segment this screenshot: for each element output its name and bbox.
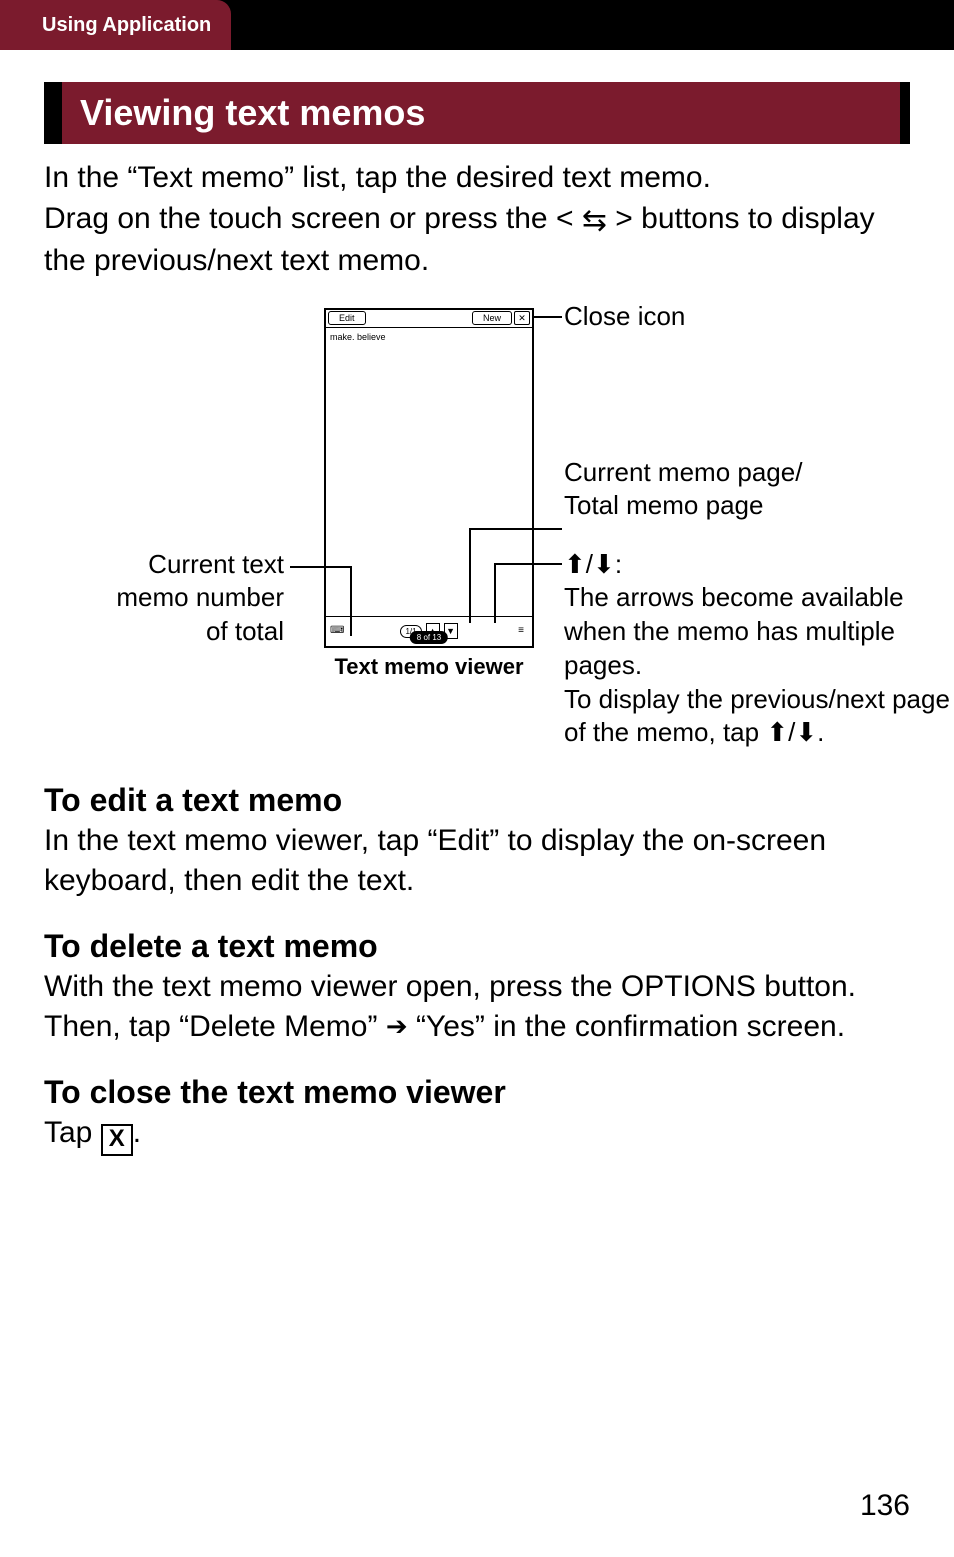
page-number: 136	[860, 1489, 910, 1523]
sub-body-delete: With the text memo viewer open, press th…	[44, 967, 910, 1048]
figure-area: Edit New ✕ make. believe ⌨ 1/1 ▲ ▼ ≡	[44, 298, 910, 748]
close-box-icon: X	[101, 1124, 133, 1156]
close-icon[interactable]: ✕	[514, 311, 530, 325]
intro-line2-pre: Drag on the touch screen or press the <	[44, 202, 582, 235]
memo-counter: 8 of 13	[410, 631, 448, 644]
keyboard-icon: ⌨	[330, 624, 344, 638]
header-tab: Using Application	[0, 0, 231, 50]
label-memo-number-text: Current text memo number of total	[116, 549, 284, 647]
subsection-delete: To delete a text memo With the text memo…	[44, 928, 910, 1048]
arrow-down-icon-2: ⬇	[795, 717, 817, 747]
edit-button[interactable]: Edit	[328, 311, 366, 325]
label-current-page: Current memo page/ Total memo page	[564, 456, 802, 524]
viewer-toolbar: Edit New ✕	[326, 310, 532, 328]
page-buttons-icon: ⇆	[582, 201, 607, 242]
arrow-sep: /	[586, 549, 593, 579]
sub-body-edit: In the text memo viewer, tap “Edit” to d…	[44, 821, 910, 902]
text-memo-viewer-mock: Edit New ✕ make. believe ⌨ 1/1 ▲ ▼ ≡	[324, 308, 534, 648]
figure-caption: Text memo viewer	[324, 654, 534, 680]
section-title: Viewing text memos	[44, 82, 910, 144]
label-arrows: ⬆/⬇: The arrows become available when th…	[564, 548, 954, 751]
sub-title-delete: To delete a text memo	[44, 928, 910, 965]
intro-text: In the “Text memo” list, tap the desired…	[44, 158, 910, 282]
arrow-end: .	[817, 717, 824, 747]
intro-line1: In the “Text memo” list, tap the desired…	[44, 161, 711, 194]
arrows-body: The arrows become available when the mem…	[564, 582, 950, 747]
arrow-up-icon-2: ⬆	[766, 717, 788, 747]
label-memo-number: Current text memo number of total	[84, 548, 284, 649]
subsection-edit: To edit a text memo In the text memo vie…	[44, 782, 910, 902]
delete-body-post: “Yes” in the confirmation screen.	[408, 1010, 845, 1043]
label-close-icon: Close icon	[564, 300, 685, 334]
sub-title-close: To close the text memo viewer	[44, 1074, 910, 1111]
close-body-post: .	[133, 1116, 141, 1149]
viewer-body-text: make. believe	[326, 328, 532, 618]
sub-title-edit: To edit a text memo	[44, 782, 910, 819]
sub-body-close: Tap X.	[44, 1113, 910, 1156]
arrow-down-icon: ⬇	[593, 549, 615, 579]
menu-icon: ≡	[514, 624, 528, 638]
arrow-up-icon: ⬆	[564, 549, 586, 579]
header-bar: Using Application	[0, 0, 954, 50]
close-body-pre: Tap	[44, 1116, 101, 1149]
new-button[interactable]: New	[472, 311, 512, 325]
right-arrow-icon: ➔	[386, 1009, 408, 1044]
subsection-close: To close the text memo viewer Tap X.	[44, 1074, 910, 1156]
arrow-colon: :	[615, 549, 622, 579]
